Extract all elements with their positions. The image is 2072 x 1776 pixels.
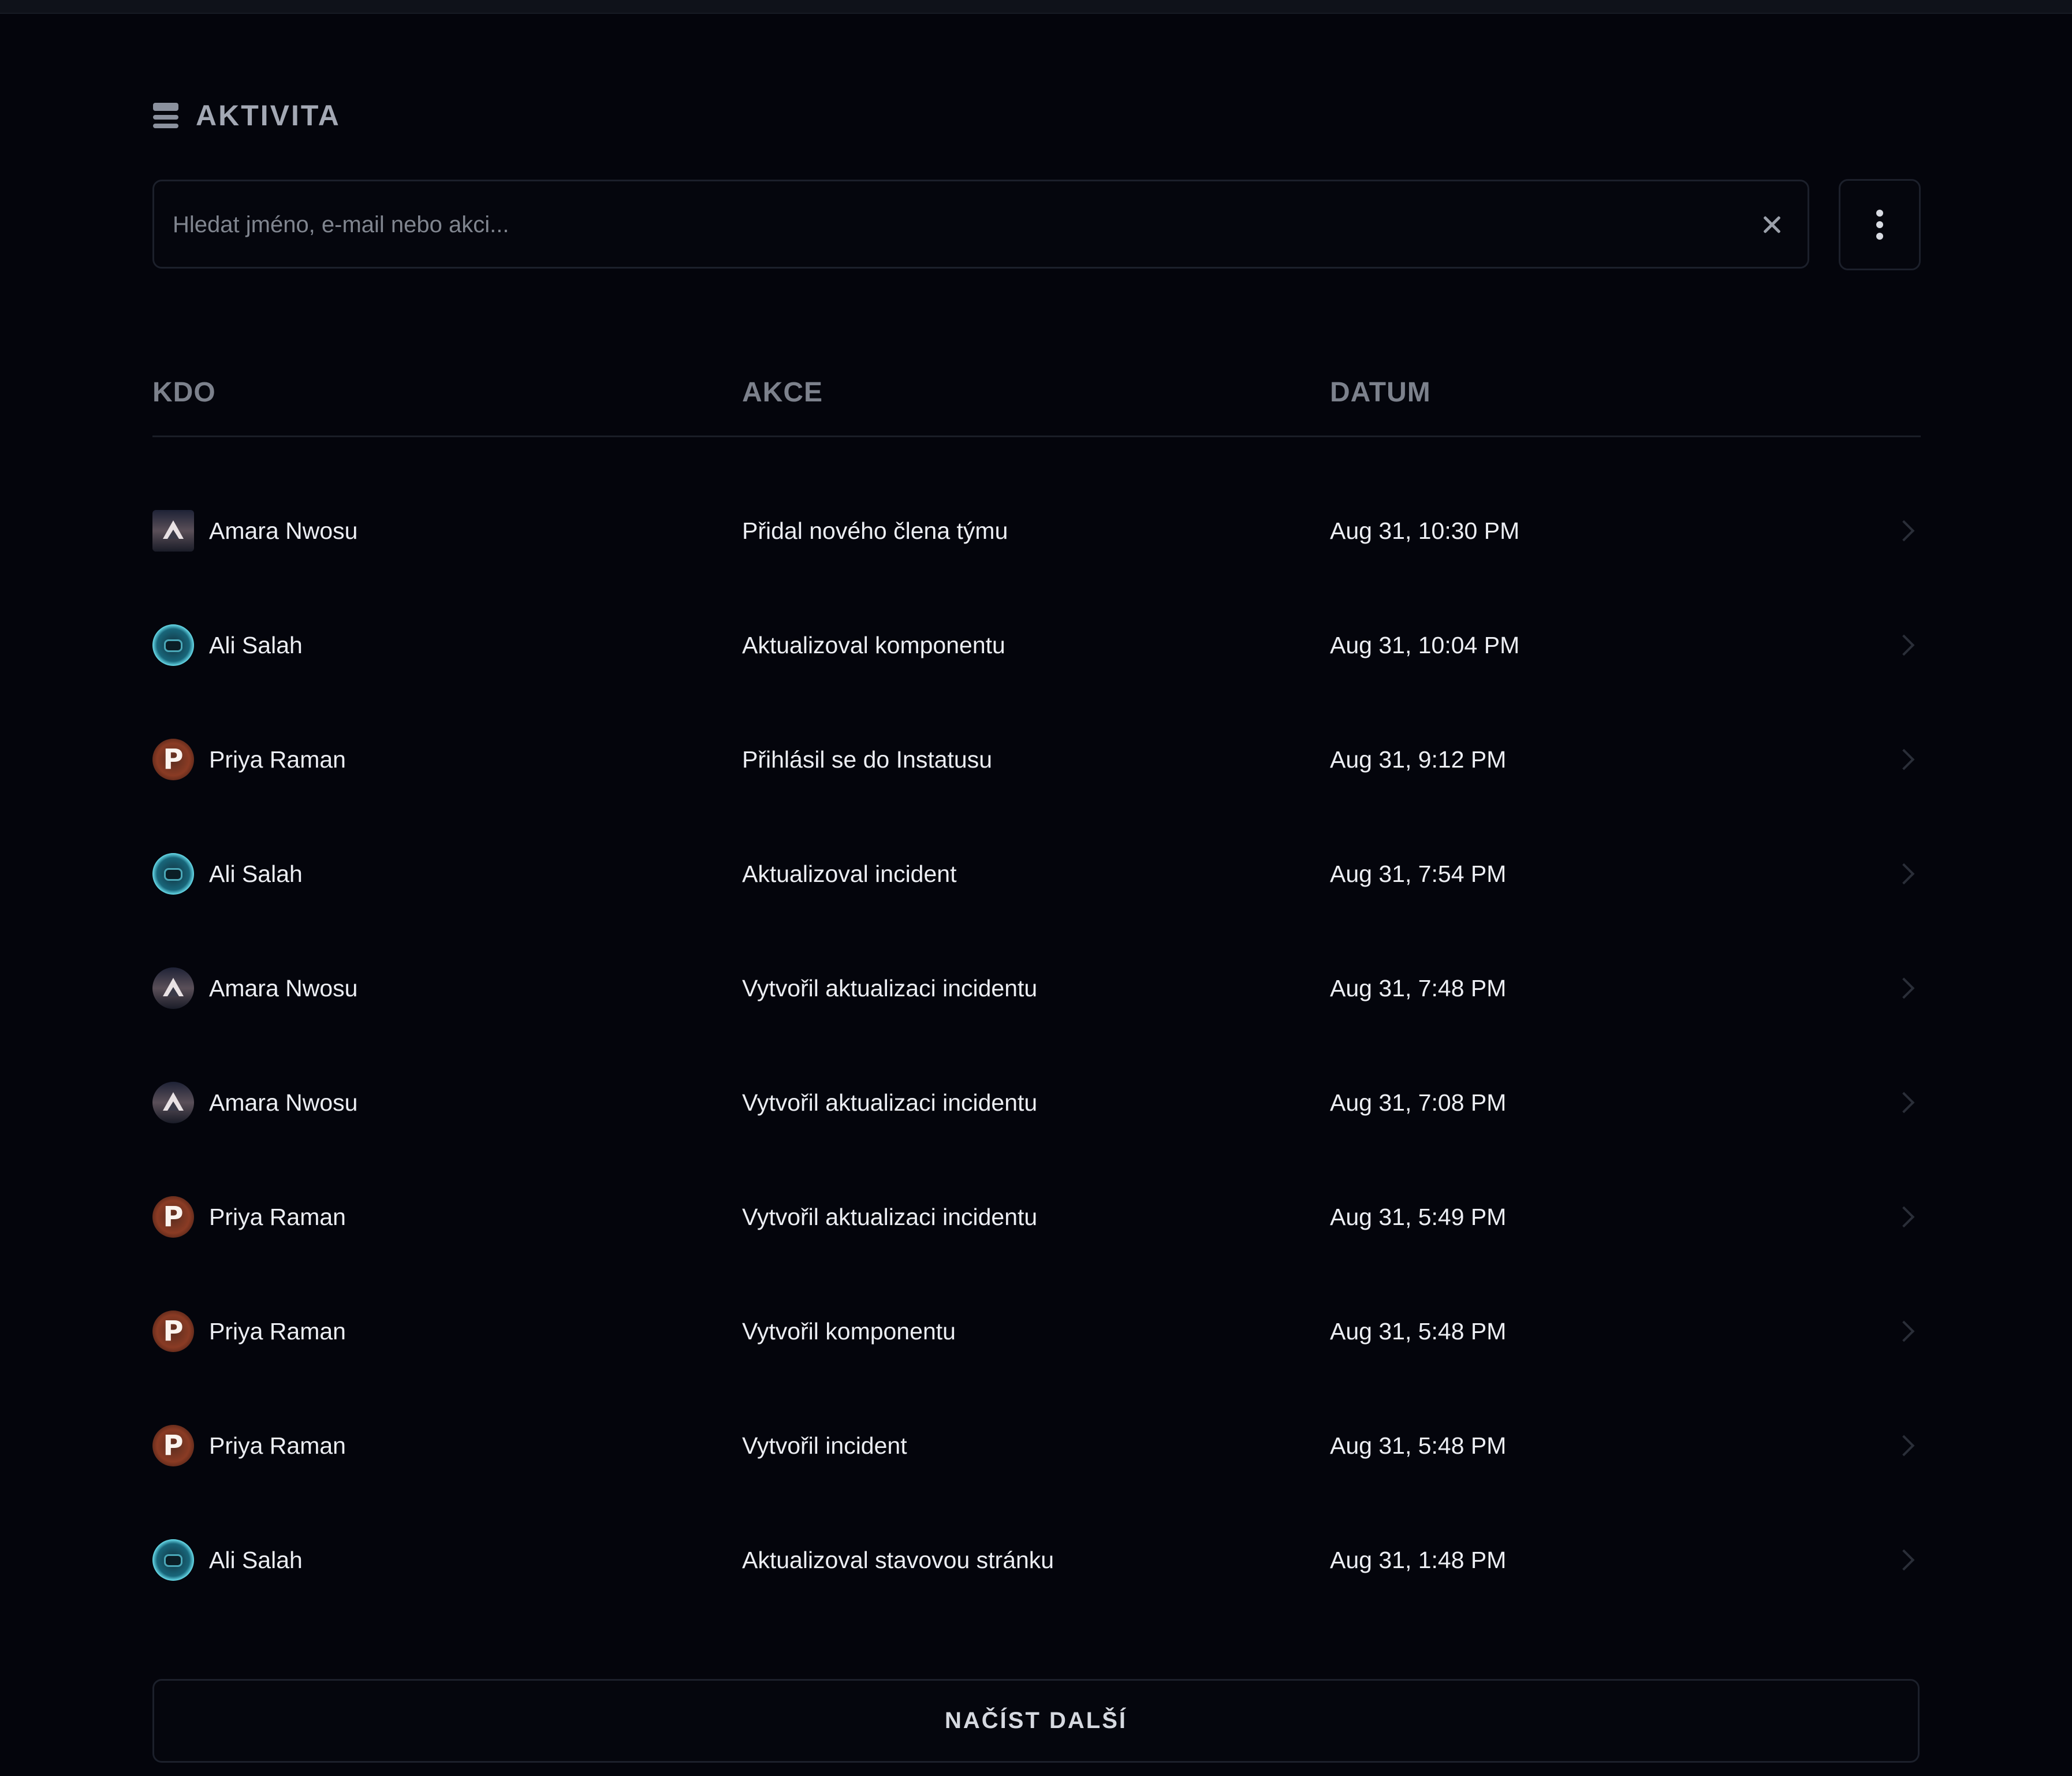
table-row[interactable]: Ali Salah Aktualizoval komponentu Aug 31…	[152, 588, 1921, 702]
date-text: Aug 31, 10:04 PM	[1330, 631, 1520, 658]
user-name: Ali Salah	[209, 860, 303, 887]
column-header-action: AKCE	[742, 377, 823, 408]
avatar	[152, 1196, 194, 1238]
avatar	[152, 510, 194, 552]
date-text: Aug 31, 7:08 PM	[1330, 1089, 1507, 1116]
chevron-right-icon	[1893, 634, 1915, 656]
date-text: Aug 31, 5:48 PM	[1330, 1432, 1507, 1459]
table-row[interactable]: Amara Nwosu Vytvořil aktualizaci inciden…	[152, 1045, 1921, 1160]
table-row[interactable]: Amara Nwosu Přidal nového člena týmu Aug…	[152, 474, 1921, 588]
chevron-right-icon	[1893, 977, 1915, 999]
search-box	[152, 180, 1809, 269]
table-row[interactable]: Priya Raman Přihlásil se do Instatusu Au…	[152, 702, 1921, 817]
action-text: Vytvořil incident	[742, 1432, 907, 1459]
chevron-right-icon	[1893, 1092, 1915, 1114]
column-header-date: DATUM	[1330, 377, 1431, 408]
load-more-button[interactable]: NAČÍST DALŠÍ	[152, 1679, 1920, 1763]
date-text: Aug 31, 7:54 PM	[1330, 860, 1507, 887]
avatar	[152, 1539, 194, 1581]
column-header-who: KDO	[152, 377, 216, 408]
user-name: Priya Raman	[209, 746, 346, 773]
user-name: Priya Raman	[209, 1432, 346, 1459]
chevron-right-icon	[1893, 863, 1915, 885]
page-header: AKTIVITA	[153, 95, 341, 136]
user-name: Priya Raman	[209, 1203, 346, 1230]
action-text: Aktualizoval incident	[742, 860, 957, 887]
avatar	[152, 624, 194, 666]
avatar	[152, 1310, 194, 1352]
activity-list-icon	[153, 103, 178, 128]
date-text: Aug 31, 1:48 PM	[1330, 1546, 1507, 1573]
chevron-right-icon	[1893, 749, 1915, 770]
action-text: Vytvořil aktualizaci incidentu	[742, 1089, 1038, 1116]
more-options-button[interactable]	[1839, 179, 1921, 270]
date-text: Aug 31, 7:48 PM	[1330, 974, 1507, 1001]
action-text: Vytvořil aktualizaci incidentu	[742, 1203, 1038, 1230]
date-text: Aug 31, 5:48 PM	[1330, 1317, 1507, 1345]
header-divider	[152, 435, 1921, 437]
action-text: Přidal nového člena týmu	[742, 517, 1008, 544]
chevron-right-icon	[1893, 1549, 1915, 1571]
date-text: Aug 31, 5:49 PM	[1330, 1203, 1507, 1230]
table-row[interactable]: Priya Raman Vytvořil komponentu Aug 31, …	[152, 1274, 1921, 1388]
user-name: Amara Nwosu	[209, 1089, 358, 1116]
more-vertical-icon	[1876, 210, 1883, 240]
table-row[interactable]: Ali Salah Aktualizoval stavovou stránku …	[152, 1503, 1921, 1617]
table-row[interactable]: Ali Salah Aktualizoval incident Aug 31, …	[152, 817, 1921, 931]
action-text: Přihlásil se do Instatusu	[742, 746, 993, 773]
activity-table: Amara Nwosu Přidal nového člena týmu Aug…	[152, 474, 1921, 1617]
chevron-right-icon	[1893, 1435, 1915, 1457]
table-row[interactable]: Priya Raman Vytvořil aktualizaci inciden…	[152, 1160, 1921, 1274]
date-text: Aug 31, 10:30 PM	[1330, 517, 1520, 544]
avatar	[152, 1425, 194, 1466]
close-icon[interactable]	[1754, 207, 1789, 241]
top-bar	[0, 0, 2072, 14]
action-text: Aktualizoval stavovou stránku	[742, 1546, 1054, 1573]
action-text: Vytvořil komponentu	[742, 1317, 956, 1345]
table-row[interactable]: Priya Raman Vytvořil incident Aug 31, 5:…	[152, 1388, 1921, 1503]
avatar	[152, 1082, 194, 1123]
action-text: Vytvořil aktualizaci incidentu	[742, 974, 1038, 1001]
user-name: Ali Salah	[209, 631, 303, 658]
user-name: Ali Salah	[209, 1546, 303, 1573]
action-text: Aktualizoval komponentu	[742, 631, 1005, 658]
search-input[interactable]	[172, 181, 1721, 268]
chevron-right-icon	[1893, 520, 1915, 542]
user-name: Priya Raman	[209, 1317, 346, 1345]
avatar	[152, 853, 194, 895]
page-title: AKTIVITA	[196, 99, 341, 132]
table-row[interactable]: Amara Nwosu Vytvořil aktualizaci inciden…	[152, 931, 1921, 1045]
chevron-right-icon	[1893, 1206, 1915, 1228]
user-name: Amara Nwosu	[209, 974, 358, 1001]
avatar	[152, 967, 194, 1009]
date-text: Aug 31, 9:12 PM	[1330, 746, 1507, 773]
user-name: Amara Nwosu	[209, 517, 358, 544]
chevron-right-icon	[1893, 1320, 1915, 1342]
avatar	[152, 739, 194, 780]
